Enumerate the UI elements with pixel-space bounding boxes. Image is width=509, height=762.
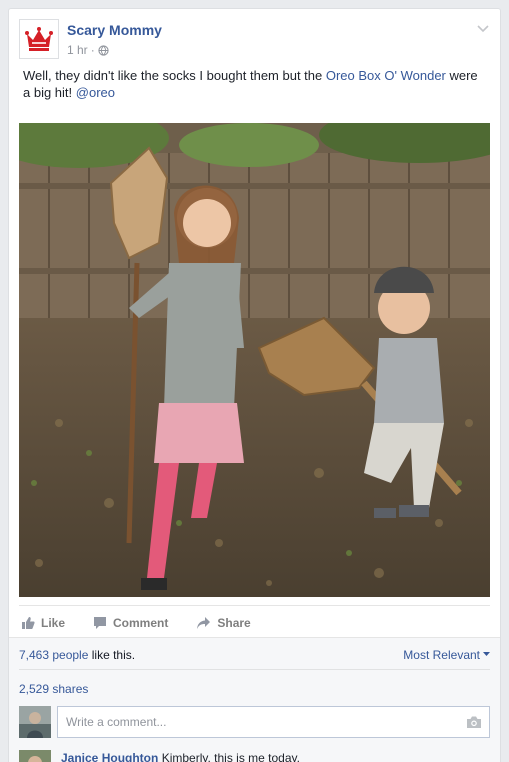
comment-body: Kimberly, this is me today. (161, 751, 300, 762)
comment-button[interactable]: Comment (93, 616, 168, 630)
likes-count-link[interactable]: 7,463 people (19, 648, 88, 662)
meta-separator: · (90, 43, 95, 57)
comment-label: Comment (113, 615, 169, 630)
comment-item: Janice Houghton Kimberly, this is me tod… (19, 750, 490, 762)
crown-logo-icon (25, 27, 53, 51)
camera-icon[interactable] (466, 715, 482, 729)
like-button[interactable]: Like (21, 616, 65, 630)
comment-input[interactable] (57, 706, 490, 738)
commenter-avatar[interactable] (19, 750, 51, 762)
photo-kids-playing (19, 123, 490, 597)
page-avatar[interactable] (19, 19, 59, 59)
post-meta: 1 hr · (67, 43, 109, 57)
comment-composer (19, 706, 490, 740)
share-arrow-icon (197, 616, 211, 629)
comment-icon (94, 616, 107, 629)
shares-summary: 2,529 shares (19, 674, 490, 704)
globe-icon (98, 44, 109, 56)
comment-text: Janice Houghton Kimberly, this is me tod… (61, 750, 300, 762)
commenter-photo (19, 750, 51, 762)
chevron-down-icon[interactable] (476, 21, 490, 35)
oreo-box-link[interactable]: Oreo Box O' Wonder (326, 68, 446, 83)
feedback-section: 7,463 people like this. Most Relevant 2,… (9, 637, 500, 762)
sort-label: Most Relevant (403, 647, 480, 662)
comment-author-link[interactable]: Janice Houghton (61, 751, 158, 762)
post-header: Scary Mommy 1 hr · (19, 19, 490, 63)
post-time[interactable]: 1 hr (67, 43, 88, 57)
likes-summary: 7,463 people like this. Most Relevant (19, 640, 490, 670)
oreo-mention-link[interactable]: @oreo (76, 85, 115, 100)
page-name-link[interactable]: Scary Mommy (67, 22, 162, 38)
likes-suffix: like this. (88, 647, 136, 662)
post-text: Well, they didn't like the socks I bough… (23, 67, 488, 101)
like-label: Like (41, 615, 66, 630)
post-card: Scary Mommy 1 hr · Well, they didn't lik… (8, 8, 501, 762)
share-label: Share (217, 615, 251, 630)
avatar[interactable] (19, 706, 51, 738)
user-photo (19, 706, 51, 738)
post-text-start: Well, they didn't like the socks I bough… (23, 68, 326, 83)
share-button[interactable]: Share (196, 615, 251, 630)
shares-count-link[interactable]: 2,529 shares (19, 682, 88, 696)
thumbs-up-icon (22, 616, 35, 629)
post-photo[interactable] (19, 123, 490, 597)
caret-down-icon (483, 652, 490, 656)
sort-comments-dropdown[interactable]: Most Relevant (403, 648, 490, 662)
post-actions: Like Comment Share (19, 605, 490, 639)
